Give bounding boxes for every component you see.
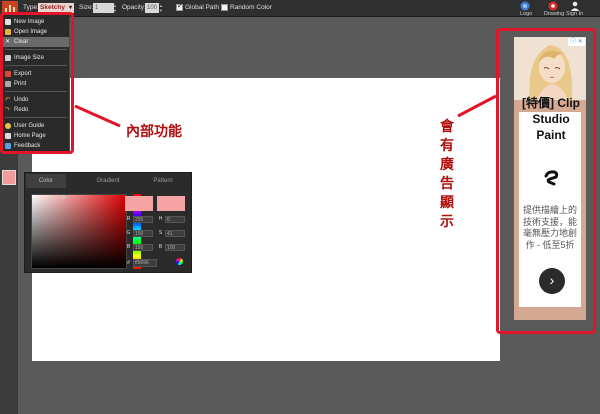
primary-color-swatch[interactable] <box>2 170 16 185</box>
tab-gradient[interactable]: Gradient <box>83 174 133 188</box>
type-label: Type: <box>23 4 39 11</box>
internal-functions-annotation: 內部功能 <box>126 124 182 140</box>
red-channel[interactable]: R 255 <box>125 215 153 224</box>
ad-notice-annotation: 會 有 廣 告 顯 示 <box>439 118 457 233</box>
ad-notice-char: 廣 <box>440 157 454 173</box>
random-color-checkbox[interactable] <box>221 4 228 11</box>
opacity-stepper[interactable]: ▲ ▼ <box>159 3 163 13</box>
channel-value[interactable]: 41 <box>165 230 185 237</box>
saturation-channel[interactable]: S 41 <box>157 229 185 238</box>
random-color-label: Random Color <box>230 4 272 11</box>
color-wheel-icon[interactable] <box>176 258 183 265</box>
tab-pattern[interactable]: Pattern <box>143 174 183 188</box>
size-label: Size: <box>79 4 94 11</box>
size-stepper[interactable]: ▲ ▼ <box>113 3 117 13</box>
saturation-value-field[interactable] <box>31 194 127 269</box>
ad-notice-char: 會 <box>440 119 454 135</box>
top-toolbar: Type: Sketchy ▾ Size: 1 ▲ ▼ Opacity: 100 … <box>0 0 600 17</box>
channel-key: S <box>158 230 163 236</box>
opacity-label: Opacity: <box>122 4 146 11</box>
drawing-label[interactable]: Drawing <box>544 11 564 17</box>
hex-key: # <box>127 260 130 266</box>
size-input[interactable]: 1 <box>93 3 114 13</box>
hex-value[interactable]: ff9696 <box>133 259 157 267</box>
channel-key: R <box>126 216 131 222</box>
drawing-icon[interactable] <box>548 1 558 11</box>
ad-notice-char: 顯 <box>440 195 454 211</box>
user-icon[interactable] <box>570 1 580 11</box>
saturation-value-handle[interactable] <box>61 195 65 199</box>
ad-notice-char: 告 <box>440 176 454 192</box>
channel-value[interactable]: 150 <box>133 244 153 251</box>
hex-field[interactable]: # ff9696 <box>125 258 157 268</box>
brightness-channel[interactable]: B 100 <box>157 243 185 252</box>
channel-value[interactable]: 255 <box>133 216 153 223</box>
ad-notice-char: 示 <box>440 214 454 230</box>
global-path-label: Global Path <box>185 4 219 11</box>
channel-key: B <box>158 244 163 250</box>
ad-notice-char: 有 <box>440 138 454 154</box>
channel-value[interactable]: 100 <box>165 244 185 251</box>
new-color-preview <box>157 196 185 211</box>
green-channel[interactable]: G 150 <box>125 229 153 238</box>
type-value: Sketchy <box>40 4 65 11</box>
old-color-preview <box>125 196 153 211</box>
channel-key: H <box>158 216 163 222</box>
opacity-input[interactable]: 100 <box>145 3 159 13</box>
logo-icon[interactable] <box>520 1 530 11</box>
menu-highlight-box <box>0 12 74 154</box>
logo-label[interactable]: Logo <box>520 11 532 17</box>
color-picker-panel: Color Gradient Pattern R 255 G 150 B 150… <box>24 172 192 273</box>
blue-channel[interactable]: B 150 <box>125 243 153 252</box>
channel-value[interactable]: 150 <box>133 230 153 237</box>
signin-label[interactable]: Sign In <box>566 11 583 17</box>
channel-value[interactable]: 0 <box>165 216 185 223</box>
channel-key: G <box>126 230 131 236</box>
channel-key: B <box>126 244 131 250</box>
hue-channel[interactable]: H 0 <box>157 215 185 224</box>
global-path-checkbox[interactable] <box>176 2 183 11</box>
ad-highlight-box <box>496 28 596 334</box>
tab-color[interactable]: Color <box>26 174 66 188</box>
